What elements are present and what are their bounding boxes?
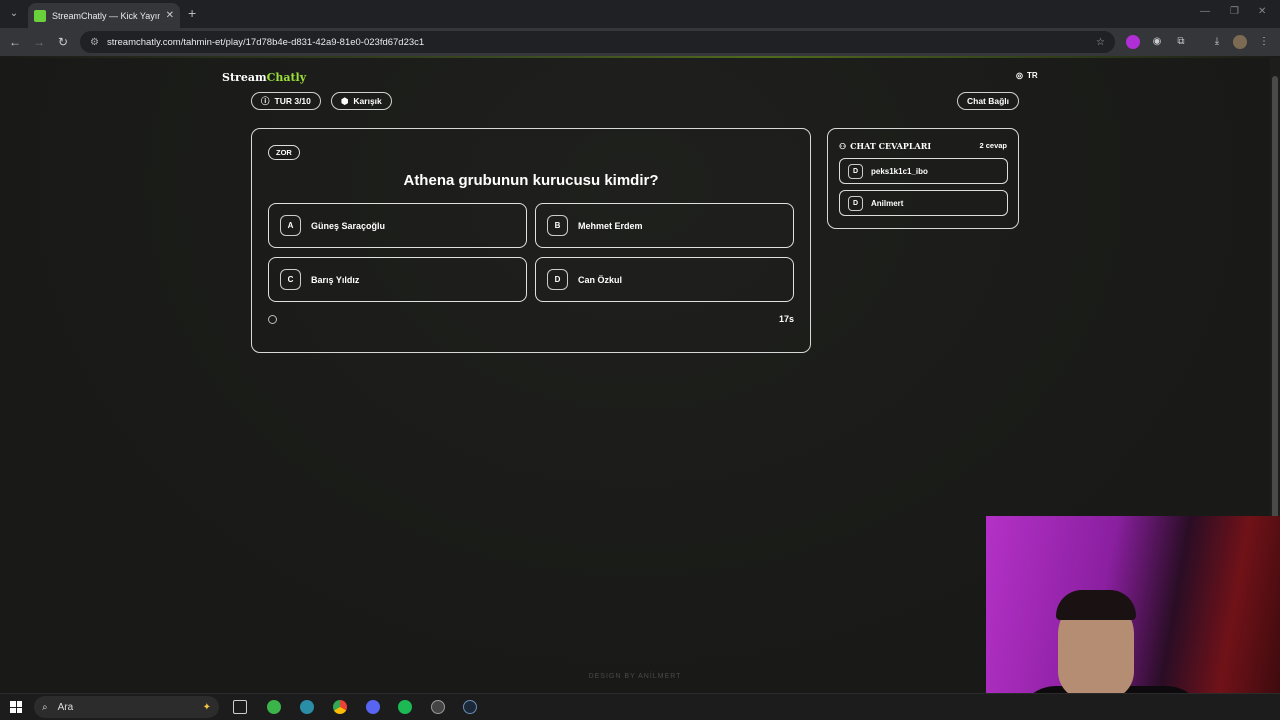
profile-avatar[interactable] <box>1233 35 1247 49</box>
chat-answer-letter: D <box>848 163 863 179</box>
new-tab-icon[interactable]: + <box>188 5 196 21</box>
cube-icon: ⬢ <box>341 95 349 106</box>
spotify-icon[interactable] <box>398 700 412 714</box>
option-text: Barış Yıldız <box>311 274 360 285</box>
option-text: Mehmet Erdem <box>578 220 643 231</box>
streamchatly-favicon-icon <box>34 9 46 22</box>
url-text: streamchatly.com/tahmin-et/play/17d78b4e… <box>106 36 425 48</box>
webcam-overlay <box>986 516 1280 720</box>
option-letter: A <box>280 215 301 236</box>
chat-answers-header: ⚇ CHAT CEVAPLARI <box>839 141 931 151</box>
chat-status-label: Chat Bağlı <box>967 96 1010 106</box>
option-letter: B <box>547 215 568 236</box>
clock-icon <box>268 315 277 324</box>
task-view-icon[interactable] <box>233 700 247 714</box>
reload-icon[interactable]: ↻ <box>55 34 71 50</box>
option-letter: D <box>547 269 568 290</box>
webcam-person-hair <box>1056 590 1136 620</box>
extension-gamepad-icon[interactable]: ◉ <box>1150 35 1164 49</box>
category-label: Karışık <box>353 96 382 106</box>
close-window-icon[interactable]: ✕ <box>1258 6 1266 17</box>
browser-tab-streamchatly[interactable]: StreamChatly — Kick Yayıncılar ✕ <box>28 3 180 28</box>
question-card: ZOR Athena grubunun kurucusu kimdir? A G… <box>251 128 811 353</box>
timer-value: 17s <box>778 314 794 324</box>
chat-answer-row: D peks1k1c1_ibo <box>839 158 1008 184</box>
chat-status-badge: Chat Bağlı <box>957 92 1020 110</box>
taskbar-search[interactable]: ⌕ Ara ✦ <box>34 696 219 718</box>
app-gray-icon[interactable] <box>431 700 445 714</box>
download-icon[interactable]: ⤓ <box>1210 35 1224 49</box>
browser-tab-strip: ⌄ StreamChatly — Kick Yayıncılar ✕ + — ❐… <box>0 0 1280 28</box>
app-green-icon[interactable] <box>267 700 281 714</box>
option-c-button[interactable]: C Barış Yıldız <box>268 257 527 302</box>
extensions-puzzle-icon[interactable]: ⧉ <box>1174 35 1188 49</box>
language-label: TR <box>1026 71 1038 80</box>
bookmark-star-icon[interactable]: ☆ <box>1096 37 1105 48</box>
search-icon: ⌕ <box>42 701 48 713</box>
users-icon: ⚇ <box>839 141 847 151</box>
chat-answer-letter: D <box>848 195 863 211</box>
chat-answer-user: peks1k1c1_ibo <box>871 166 928 176</box>
extension-purple-icon[interactable] <box>1126 35 1140 49</box>
option-letter: C <box>280 269 301 290</box>
restore-icon[interactable]: ❐ <box>1230 6 1239 17</box>
category-badge: ⬢ Karışık <box>331 92 392 110</box>
chat-answer-row: D Anilmert <box>839 190 1008 216</box>
chat-answers-panel: ⚇ CHAT CEVAPLARI 2 cevap D peks1k1c1_ibo… <box>827 128 1019 229</box>
globe-icon: ◎ <box>1016 71 1023 80</box>
menu-kebab-icon[interactable]: ⋮ <box>1257 35 1271 49</box>
option-d-button[interactable]: D Can Özkul <box>535 257 794 302</box>
option-a-button[interactable]: A Güneş Saraçoğlu <box>268 203 527 248</box>
close-tab-icon[interactable]: ✕ <box>166 10 174 21</box>
language-selector[interactable]: ◎ TR <box>1016 71 1038 80</box>
logo-part2: Chatly <box>266 71 307 84</box>
tab-search-icon[interactable]: ⌄ <box>6 6 22 22</box>
chat-answer-count: 2 cevap <box>979 141 1007 150</box>
copilot-sparkle-icon: ✦ <box>202 701 211 713</box>
question-text: Athena grubunun kurucusu kimdir? <box>403 172 659 189</box>
address-bar[interactable]: ⚙ streamchatly.com/tahmin-et/play/17d78b… <box>80 31 1115 53</box>
difficulty-badge: ZOR <box>268 145 300 160</box>
round-badge: ⓘ TUR 3/10 <box>251 92 321 110</box>
windows-start-icon[interactable] <box>10 701 22 713</box>
streamchatly-logo[interactable]: StreamChatly <box>222 71 306 84</box>
app-teal-icon[interactable] <box>300 700 314 714</box>
steam-icon[interactable] <box>463 700 477 714</box>
discord-icon[interactable] <box>366 700 380 714</box>
search-placeholder: Ara <box>57 701 74 713</box>
option-text: Güneş Saraçoğlu <box>311 220 386 231</box>
forward-icon[interactable]: → <box>31 34 47 50</box>
back-icon[interactable]: ← <box>7 34 23 50</box>
chat-answers-title: CHAT CEVAPLARI <box>850 141 932 151</box>
option-text: Can Özkul <box>578 274 623 285</box>
browser-toolbar: ← → ↻ ⚙ streamchatly.com/tahmin-et/play/… <box>0 28 1280 56</box>
minimize-icon[interactable]: — <box>1200 6 1210 17</box>
site-info-icon[interactable]: ⚙ <box>90 37 99 48</box>
logo-part1: Stream <box>222 71 267 84</box>
round-label: TUR 3/10 <box>274 96 311 106</box>
windows-taskbar: ⌕ Ara ✦ <box>0 693 1280 720</box>
info-icon: ⓘ <box>261 96 270 106</box>
chrome-icon[interactable] <box>333 700 347 714</box>
tab-title: StreamChatly — Kick Yayıncılar <box>52 10 160 21</box>
option-b-button[interactable]: B Mehmet Erdem <box>535 203 794 248</box>
chat-answer-user: Anilmert <box>871 198 904 208</box>
